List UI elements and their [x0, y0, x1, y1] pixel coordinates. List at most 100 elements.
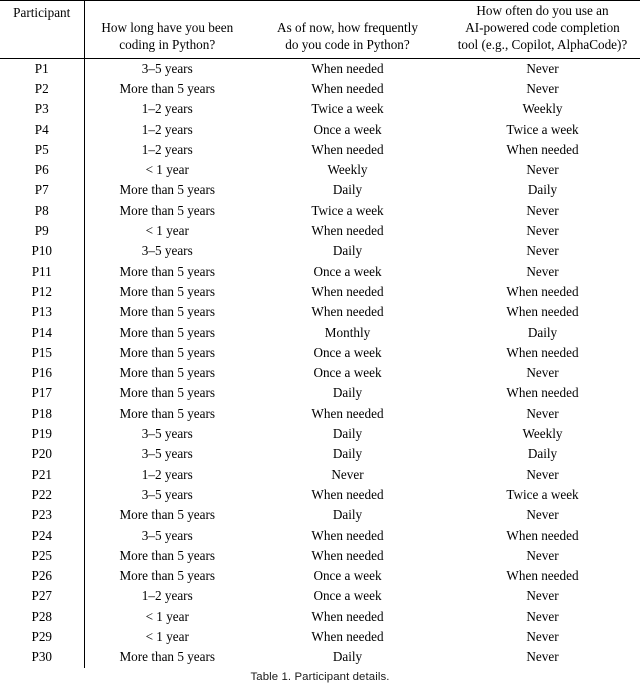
table-row: P9 < 1 year When needed Never [0, 221, 640, 242]
cell-ai-tool-usage: Never [526, 162, 559, 178]
cell-ai-tool-usage: When needed [506, 385, 579, 401]
table-row: P16 More than 5 years Once a week Never [0, 363, 640, 384]
cell-experience: 3–5 years [141, 446, 193, 462]
table-row: P7 More than 5 years Daily Daily [0, 180, 640, 201]
cell-ai-tool-usage: Daily [527, 182, 558, 198]
cell-participant: P8 [0, 200, 85, 222]
column-header-ai-tool-usage: How often do you use an AI-powered code … [445, 0, 640, 59]
table-header-row: Participant How long have you been codin… [0, 0, 640, 59]
table-row: P13 More than 5 years When needed When need… [0, 302, 640, 323]
cell-ai-tool-usage: Daily [527, 324, 558, 340]
cell-experience: 1–2 years [141, 588, 193, 604]
cell-participant: P27 [0, 586, 85, 607]
cell-participant: P19 [0, 424, 85, 445]
cell-frequency: Once a week [313, 344, 382, 360]
table-header: Participant How long have you been codin… [0, 0, 640, 59]
cell-frequency: Once a week [313, 263, 382, 279]
column-header-frequency-line-1: As of now, how frequently [277, 19, 418, 35]
cell-ai-tool-usage: Never [526, 202, 559, 218]
cell-participant: P15 [0, 342, 85, 364]
cell-experience: 1–2 years [141, 121, 193, 137]
cell-ai-tool-usage: Weekly [522, 101, 563, 117]
cell-experience: More than 5 years [119, 202, 216, 218]
table-row: P20 3–5 years Daily Daily [0, 444, 640, 465]
cell-frequency: Twice a week [311, 202, 384, 218]
cell-experience: More than 5 years [119, 649, 216, 665]
cell-participant: P16 [0, 363, 85, 384]
cell-participant: P3 [0, 99, 85, 120]
cell-frequency: Once a week [313, 121, 382, 137]
cell-participant: P10 [0, 241, 85, 262]
cell-frequency: When needed [311, 405, 384, 421]
cell-ai-tool-usage: Never [526, 649, 559, 665]
table-row: P3 1–2 years Twice a week Weekly [0, 99, 640, 120]
cell-ai-tool-usage: Twice a week [506, 121, 579, 137]
table-row: P11 More than 5 years Once a week Never [0, 261, 640, 282]
cell-ai-tool-usage: Never [526, 507, 559, 523]
cell-frequency: Daily [332, 385, 363, 401]
cell-frequency: Daily [332, 426, 363, 442]
cell-experience: More than 5 years [119, 547, 216, 563]
cell-frequency: Monthly [324, 324, 371, 340]
cell-frequency: When needed [311, 141, 384, 157]
cell-frequency: Twice a week [311, 101, 384, 117]
table-row: P4 1–2 years Once a week Twice a week [0, 119, 640, 140]
cell-participant: P11 [0, 261, 85, 282]
cell-experience: More than 5 years [119, 263, 216, 279]
table-row: P28 < 1 year When needed Never [0, 606, 640, 627]
cell-participant: P12 [0, 281, 85, 303]
cell-ai-tool-usage: Never [526, 405, 559, 421]
column-header-participant: Participant [0, 0, 85, 59]
cell-ai-tool-usage: Never [526, 466, 559, 482]
cell-ai-tool-usage: Weekly [522, 426, 563, 442]
cell-participant: P4 [0, 119, 85, 140]
cell-experience: More than 5 years [119, 324, 216, 340]
cell-experience: More than 5 years [119, 344, 216, 360]
cell-frequency: When needed [311, 80, 384, 96]
table-row: P5 1–2 years When needed When needed [0, 139, 640, 161]
cell-experience: 3–5 years [141, 486, 193, 502]
cell-experience: More than 5 years [119, 283, 216, 299]
cell-frequency: When needed [311, 283, 384, 299]
cell-participant: P24 [0, 525, 85, 546]
caption-text: Participant details. [294, 670, 390, 683]
table-row: P19 3–5 years Daily Weekly [0, 424, 640, 445]
table-caption: Table 1. Participant details. [0, 671, 640, 683]
table-row: P23 More than 5 years Daily Never [0, 505, 640, 526]
cell-experience: 3–5 years [141, 527, 193, 543]
table-row: P6 < 1 year Weekly Never [0, 160, 640, 181]
column-header-experience-line-1: How long have you been [101, 19, 234, 35]
cell-ai-tool-usage: Never [526, 243, 559, 259]
cell-ai-tool-usage: Never [526, 628, 559, 644]
table-row: P17 More than 5 years Daily When needed [0, 383, 640, 404]
table-row: P26 More than 5 years Once a week When need… [0, 566, 640, 587]
table-row: P1 3–5 years When needed Never [0, 58, 640, 79]
cell-experience: < 1 year [145, 223, 189, 239]
table-container: Participant How long have you been codin… [0, 0, 640, 683]
cell-participant: P30 [0, 647, 85, 668]
cell-frequency: When needed [311, 527, 384, 543]
cell-ai-tool-usage: When needed [506, 344, 579, 360]
cell-participant: P20 [0, 444, 85, 465]
cell-ai-tool-usage: When needed [506, 568, 579, 584]
column-header-ai-tool-usage-line-2: AI-powered code completion [465, 19, 620, 35]
column-header-participant-line-1: Participant [13, 5, 71, 20]
cell-participant: P5 [0, 139, 85, 161]
participant-details-table: Participant How long have you been codin… [0, 0, 640, 668]
cell-experience: More than 5 years [119, 507, 216, 523]
cell-experience: More than 5 years [119, 405, 216, 421]
cell-experience: More than 5 years [119, 365, 216, 381]
table-row: P12 More than 5 years When needed When need… [0, 281, 640, 303]
cell-experience: More than 5 years [119, 385, 216, 401]
cell-frequency: Daily [332, 446, 363, 462]
table-row: P18 More than 5 years When needed Never [0, 403, 640, 425]
cell-frequency: Weekly [327, 162, 368, 178]
cell-participant: P7 [0, 180, 85, 201]
cell-experience: < 1 year [145, 628, 189, 644]
table-row: P25 More than 5 years When needed Never [0, 545, 640, 567]
cell-frequency: When needed [311, 304, 384, 320]
cell-frequency: When needed [311, 628, 384, 644]
column-header-ai-tool-usage-line-1: How often do you use an [476, 3, 609, 18]
cell-ai-tool-usage: Never [526, 80, 559, 96]
cell-experience: More than 5 years [119, 568, 216, 584]
